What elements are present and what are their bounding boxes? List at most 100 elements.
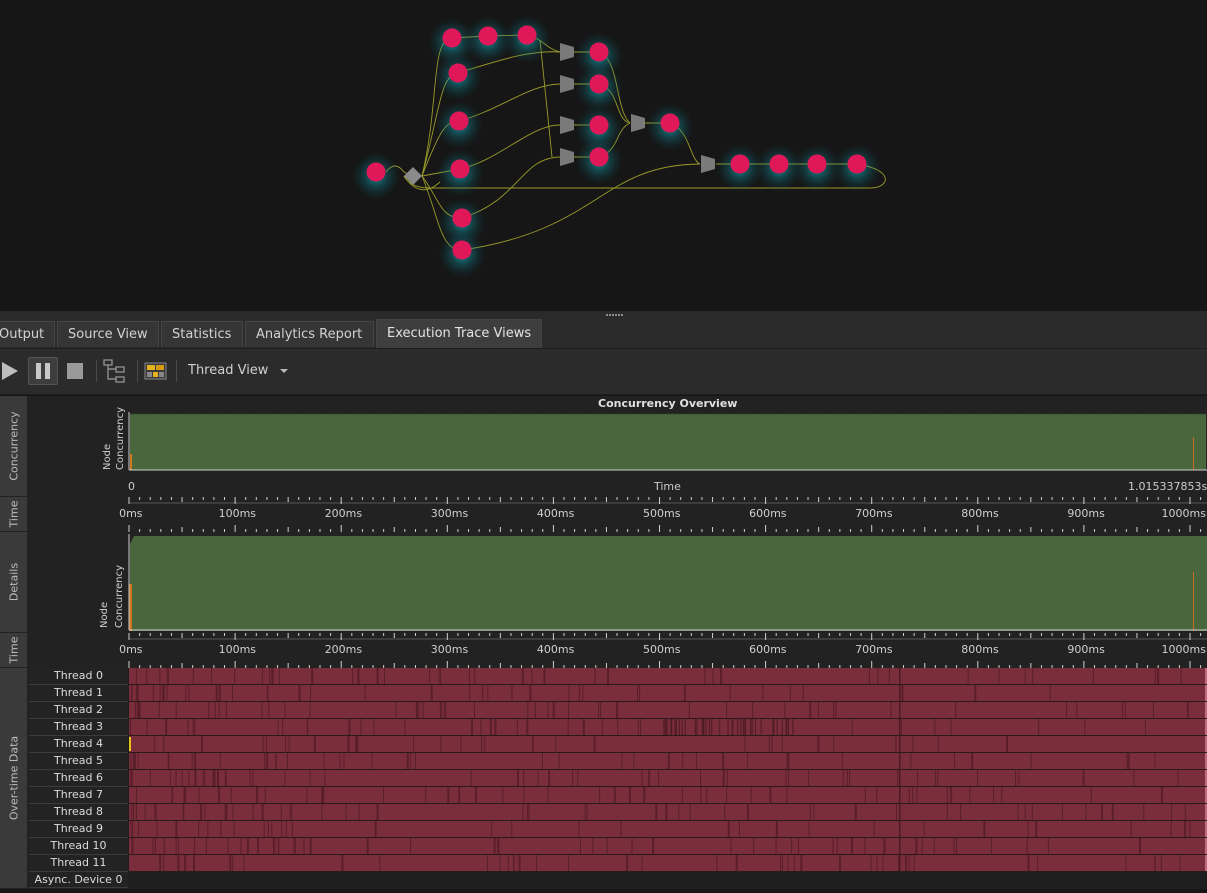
thread-event [1170, 821, 1172, 837]
time-tick-label: 900ms [1067, 507, 1105, 520]
tab-analytics-report[interactable]: Analytics Report [245, 321, 374, 347]
thread-event [271, 821, 273, 837]
thread-event [946, 804, 948, 820]
join-node[interactable] [560, 75, 574, 93]
graph-node[interactable] [589, 115, 609, 135]
thread-bar[interactable] [129, 685, 1205, 701]
thread-event [582, 719, 585, 735]
color-scheme-button[interactable] [143, 357, 169, 385]
thread-event [175, 770, 177, 786]
thread-event [704, 668, 706, 684]
thread-event [921, 838, 923, 854]
panel-splitter[interactable] [0, 311, 1207, 319]
thread-event [547, 787, 549, 803]
graph-node[interactable] [807, 154, 827, 174]
join-node[interactable] [560, 43, 574, 61]
graph-node[interactable] [660, 113, 680, 133]
thread-event [897, 770, 899, 786]
side-label-time: Time [0, 497, 28, 532]
thread-event [447, 787, 450, 803]
play-button[interactable] [0, 357, 22, 385]
thread-event [324, 770, 326, 786]
thread-event [913, 855, 915, 871]
thread-event [511, 821, 513, 837]
flow-graph-canvas[interactable] [0, 0, 1207, 311]
graph-node[interactable] [478, 26, 498, 46]
thread-event [594, 668, 596, 684]
splitter-grip-icon[interactable] [606, 314, 624, 316]
thread-event [130, 821, 132, 837]
side-label-over-time-data: Over-time Data [0, 668, 28, 889]
thread-event [487, 855, 489, 871]
join-node[interactable] [560, 148, 574, 166]
graph-node[interactable] [847, 154, 867, 174]
graph-node[interactable] [448, 63, 468, 83]
graph-node[interactable] [589, 42, 609, 62]
thread-bar[interactable] [129, 753, 1205, 769]
thread-event [313, 736, 316, 752]
graph-node[interactable] [366, 162, 386, 182]
thread-event [652, 838, 655, 854]
thread-bar[interactable] [129, 770, 1205, 786]
view-mode-dropdown[interactable]: Thread View [180, 360, 296, 382]
tab-source-view[interactable]: Source View [57, 321, 159, 347]
time-ruler[interactable]: 0ms 100ms 200ms 300ms 400ms 500ms 600ms 700ms 80… [29, 497, 1207, 532]
thread-bar[interactable] [129, 838, 1205, 854]
graph-node[interactable] [449, 111, 469, 131]
graph-node[interactable] [769, 154, 789, 174]
thread-event [695, 753, 697, 769]
concurrency-ylabel-node: Node [102, 443, 113, 470]
thread-bar[interactable] [129, 736, 1205, 752]
thread-event [210, 668, 212, 684]
thread-event [784, 702, 786, 718]
thread-event [716, 855, 718, 871]
thread-timeline[interactable] [128, 668, 1207, 889]
tree-layout-button[interactable] [102, 357, 128, 385]
thread-bar[interactable] [129, 787, 1205, 803]
thread-bar[interactable] [129, 668, 1205, 684]
graph-node[interactable] [517, 25, 537, 45]
thread-event [908, 855, 910, 871]
tab-output[interactable]: Output [0, 321, 55, 347]
concurrency-spike [130, 454, 132, 470]
branch-node[interactable] [404, 167, 422, 185]
thread-event [233, 821, 235, 837]
graph-node[interactable] [589, 147, 609, 167]
details-chart[interactable] [128, 534, 1207, 632]
graph-node[interactable] [450, 159, 470, 179]
join-node[interactable] [701, 155, 715, 173]
thread-event [722, 753, 725, 769]
graph-node[interactable] [442, 28, 462, 48]
thread-event [191, 753, 193, 769]
join-node[interactable] [560, 116, 574, 134]
thread-event [523, 770, 525, 786]
thread-event [443, 702, 445, 718]
pause-button[interactable] [28, 357, 58, 385]
thread-event [1157, 668, 1160, 684]
stop-button[interactable] [64, 357, 86, 385]
join-node[interactable] [631, 114, 645, 132]
thread-event [586, 804, 588, 820]
thread-event [720, 668, 723, 684]
graph-node[interactable] [589, 74, 609, 94]
thread-event [263, 821, 265, 837]
graph-node[interactable] [730, 154, 750, 174]
thread-event [658, 770, 660, 786]
thread-event [130, 753, 132, 769]
graph-node[interactable] [452, 208, 472, 228]
thread-event [200, 804, 203, 820]
thread-event [172, 787, 174, 803]
thread-event [475, 787, 478, 803]
graph-node[interactable] [452, 240, 472, 260]
tab-statistics[interactable]: Statistics [161, 321, 243, 347]
thread-bar[interactable] [129, 855, 1205, 871]
concurrency-overview-chart[interactable] [128, 412, 1207, 472]
tab-execution-trace-views[interactable]: Execution Trace Views [376, 319, 542, 348]
time-ruler-2[interactable]: 0ms 100ms 200ms 300ms 400ms 500ms 600ms 700ms 80… [29, 633, 1207, 668]
thread-event [633, 753, 635, 769]
thread-event [854, 804, 857, 820]
thread-event [901, 685, 904, 701]
thread-bar[interactable] [129, 821, 1205, 837]
thread-event [445, 702, 447, 718]
thread-bar[interactable] [129, 702, 1205, 718]
